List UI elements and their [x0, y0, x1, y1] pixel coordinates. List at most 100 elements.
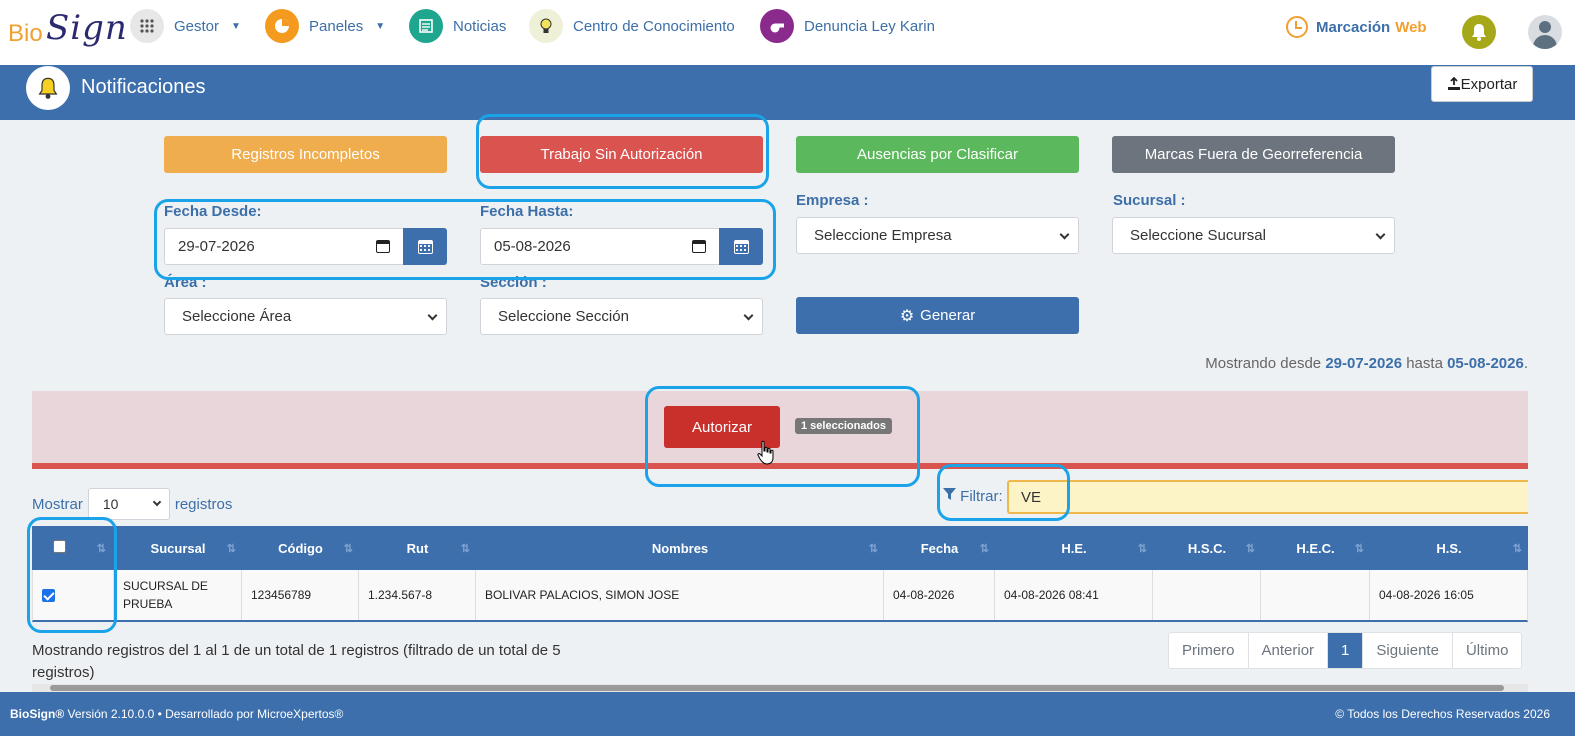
pager-first[interactable]: Primero [1169, 633, 1249, 668]
export-button[interactable]: Exportar [1431, 66, 1533, 102]
pager-page-1[interactable]: 1 [1328, 633, 1364, 668]
bell-icon [26, 66, 70, 110]
pie-chart-icon [265, 9, 299, 43]
fecha-hasta-calendar-button[interactable] [719, 228, 763, 265]
sucursal-select[interactable]: Seleccione Sucursal [1112, 217, 1395, 254]
tab-registros-incompletos[interactable]: Registros Incompletos [164, 136, 447, 173]
filter-input[interactable]: VE [1007, 480, 1528, 514]
page-size-select[interactable]: 10 [87, 488, 170, 520]
cell-sucursal: SUCURSAL DE PRUEBA [114, 570, 242, 620]
footer-brand: BioSign® [10, 707, 65, 721]
grid-icon [130, 9, 164, 43]
nav-denuncia-ley-karin[interactable]: Denuncia Ley Karin [760, 9, 935, 43]
col-codigo-label: Código [278, 540, 323, 556]
col-fecha-label: Fecha [920, 540, 959, 556]
col-rut[interactable]: Rut ⇅ [359, 526, 476, 570]
notifications-bell-button[interactable] [1462, 15, 1496, 49]
col-hs[interactable]: H.S. ⇅ [1370, 526, 1528, 570]
pager-last[interactable]: Último [1453, 633, 1522, 668]
seccion-select[interactable]: Seleccione Sección [480, 298, 763, 335]
cell-hs: 04-08-2026 16:05 [1379, 588, 1474, 602]
nav-centro-label: Centro de Conocimiento [573, 17, 735, 35]
nav-centro-conocimiento[interactable]: Centro de Conocimiento [529, 9, 735, 43]
generar-label: Generar [920, 307, 976, 324]
nav-noticias[interactable]: Noticias [409, 9, 506, 43]
col-fecha[interactable]: Fecha ⇅ [884, 526, 995, 570]
marcacion-label: Marcación [1316, 18, 1391, 36]
fecha-desde-input[interactable]: 29-07-2026 [164, 228, 404, 265]
registros-label: registros [174, 495, 233, 513]
footer-version: BioSign® Versión 2.10.0.0 • Desarrollado… [10, 707, 343, 721]
fecha-hasta-value: 05-08-2026 [494, 238, 571, 255]
area-label: Área : [164, 274, 207, 291]
horizontal-scrollbar[interactable] [32, 684, 1528, 692]
footer-company: MicroeXpertos® [257, 707, 344, 721]
area-select[interactable]: Seleccione Área [164, 298, 447, 335]
scrollbar-thumb[interactable] [50, 685, 1504, 691]
nav-paneles[interactable]: Paneles ▼ [265, 9, 385, 43]
export-icon [1447, 77, 1460, 90]
selected-count-badge: 1 seleccionados [795, 418, 892, 434]
sort-icon: ⇅ [343, 543, 353, 555]
user-avatar[interactable] [1528, 15, 1562, 49]
cell-he: 04-08-2026 08:41 [995, 570, 1153, 620]
top-navbar: Bio Sign Gestor ▼ Paneles ▼ Noticias Cen… [0, 0, 1575, 65]
caret-down-icon: ▼ [231, 20, 241, 32]
footer: BioSign® Versión 2.10.0.0 • Desarrollado… [0, 692, 1575, 736]
marcacion-web-link[interactable]: Marcación Web [1286, 16, 1427, 38]
lightbulb-icon [529, 9, 563, 43]
chevron-down-icon [743, 310, 754, 321]
col-hsc[interactable]: H.S.C. ⇅ [1153, 526, 1261, 570]
sort-icon: ⇅ [1512, 543, 1522, 555]
gears-icon: ⚙ [899, 307, 915, 325]
row-checkbox[interactable] [42, 588, 55, 602]
cell-hec [1261, 570, 1370, 620]
fecha-hasta-input[interactable]: 05-08-2026 [480, 228, 720, 265]
nav-gestor[interactable]: Gestor ▼ [130, 9, 241, 43]
col-sucursal-label: Sucursal [150, 540, 206, 556]
pager-next[interactable]: Siguiente [1363, 633, 1453, 668]
sort-icon: ⇅ [868, 543, 878, 555]
col-codigo[interactable]: Código ⇅ [242, 526, 359, 570]
tab-trabajo-sin-autorizacion[interactable]: Trabajo Sin Autorización [480, 136, 763, 173]
tab-marcas-fuera-georreferencia[interactable]: Marcas Fuera de Georreferencia [1112, 136, 1395, 173]
select-all-checkbox[interactable] [53, 540, 66, 553]
col-he[interactable]: H.E. ⇅ [995, 526, 1153, 570]
empresa-select[interactable]: Seleccione Empresa [796, 217, 1079, 254]
col-nombres[interactable]: Nombres ⇅ [476, 526, 884, 570]
col-hec-label: H.E.C. [1296, 540, 1335, 556]
fecha-hasta-label: Fecha Hasta: [480, 203, 574, 220]
cell-codigo: 123456789 [242, 570, 359, 620]
page-size-value: 10 [102, 496, 119, 512]
nav-noticias-label: Noticias [453, 17, 507, 35]
range-to: 05-08-2026 [1447, 355, 1524, 372]
select-all-header[interactable]: ⇅ [32, 526, 114, 570]
export-label: Exportar [1460, 75, 1518, 93]
row-checkbox-cell [33, 570, 114, 620]
sort-icon: ⇅ [979, 543, 989, 555]
avatar-head [1539, 21, 1551, 33]
nav-denuncia-label: Denuncia Ley Karin [804, 17, 935, 35]
cell-nombres: BOLIVAR PALACIOS, SIMON JOSE [476, 570, 884, 620]
pager-previous[interactable]: Anterior [1249, 633, 1329, 668]
newspaper-icon [409, 9, 443, 43]
seccion-value: Seleccione Sección [498, 308, 629, 325]
generar-button[interactable]: ⚙ Generar [796, 297, 1079, 334]
footer-version-text: Versión 2.10.0.0 • Desarrollado por [67, 707, 254, 721]
col-hec[interactable]: H.E.C. ⇅ [1261, 526, 1370, 570]
col-rut-label: Rut [406, 540, 429, 556]
page-header: Notificaciones Exportar [0, 65, 1575, 120]
avatar-body [1533, 35, 1557, 49]
area-value: Seleccione Área [182, 308, 292, 325]
col-sucursal[interactable]: Sucursal ⇅ [114, 526, 242, 570]
table-row[interactable]: SUCURSAL DE PRUEBA 123456789 1.234.567-8… [32, 570, 1528, 622]
pagination: Primero Anterior 1 Siguiente Último [1168, 632, 1523, 669]
date-range-summary: Mostrando desde 29-07-2026 hasta 05-08-2… [1205, 355, 1528, 372]
sort-icon: ⇅ [226, 543, 236, 555]
page-title: Notificaciones [81, 76, 206, 98]
tab-ausencias-por-clasificar[interactable]: Ausencias por Clasificar [796, 136, 1079, 173]
calendar-icon [733, 239, 749, 254]
biosign-logo[interactable]: Bio Sign [8, 6, 127, 52]
cell-rut: 1.234.567-8 [359, 570, 476, 620]
fecha-desde-calendar-button[interactable] [403, 228, 447, 265]
